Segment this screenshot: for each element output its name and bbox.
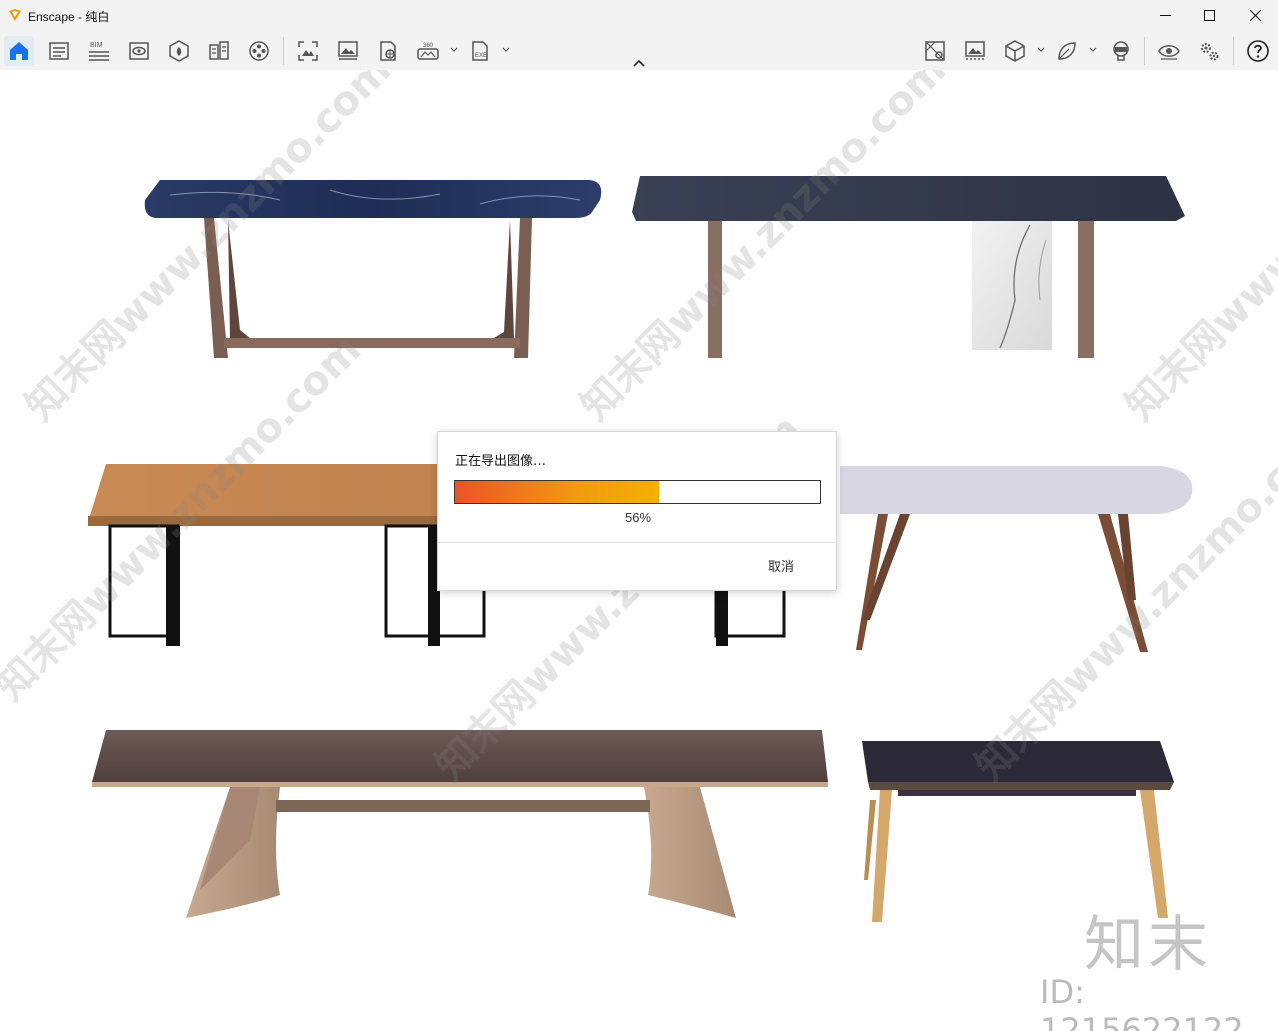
window-title: Enscape - 纯白 [28,10,110,24]
chevron-down-icon[interactable] [1036,45,1046,55]
progress-percent: 56% [624,510,652,525]
id-watermark: ID: 1215622122 [1040,973,1244,1031]
video-editor-icon [249,41,269,61]
batch-render-icon [338,41,358,60]
toolbar-separator [283,37,284,65]
video-editor-button[interactable] [244,36,274,66]
toolbar-separator [1233,37,1234,65]
vr-headset-button[interactable] [1106,36,1136,66]
chevron-down-icon[interactable] [1088,45,1098,55]
views-button[interactable] [44,36,74,66]
visual-settings-eye-icon [1158,45,1180,60]
collapse-toolbar-icon[interactable] [632,58,646,68]
help-button[interactable] [1243,36,1273,66]
svg-text:360: 360 [423,43,434,49]
chevron-down-icon[interactable] [449,45,459,55]
enscape-logo-icon [9,9,21,21]
toolbar-separator [1144,37,1145,65]
dialog-divider [438,542,836,543]
views-icon [49,42,69,60]
visual-settings-icon [129,42,149,60]
settings-icon [1201,43,1219,61]
asset-library-icon [169,40,189,62]
maximize-button[interactable] [1186,0,1232,30]
uploads-button[interactable] [960,36,990,66]
progress-fill [455,481,660,503]
panorama-360-icon: 360 [417,43,439,60]
site-context-button[interactable] [920,36,950,66]
web-standalone-icon [380,41,396,61]
close-icon [1249,9,1261,21]
screenshot-button[interactable] [293,36,323,66]
exe-standalone-button[interactable]: EXE [465,36,495,66]
svg-text:EXE: EXE [475,53,487,59]
uploads-icon [965,41,985,60]
visual-settings-button[interactable] [124,36,154,66]
minimize-icon [1159,14,1171,16]
material-editor-icon [209,41,229,60]
cancel-button[interactable]: 取消 [768,556,794,575]
home-button[interactable] [4,36,34,66]
title-bar: Enscape - 纯白 [0,0,1278,30]
export-progress-dialog: 正在导出图像… 56% 取消 [437,431,837,591]
web-standalone-button[interactable] [373,36,403,66]
minimize-button[interactable] [1142,0,1188,30]
cube-view-icon [1005,40,1025,62]
visual-settings-eye-button[interactable] [1154,36,1184,66]
exe-standalone-icon: EXE [472,41,488,61]
material-editor-button[interactable] [204,36,234,66]
site-context-icon [925,41,945,61]
vr-headset-icon [1113,41,1129,61]
bim-icon: BIM [89,42,109,61]
batch-render-button[interactable] [333,36,363,66]
brand-watermark: 知末 [1084,910,1212,980]
progress-bar [454,480,821,504]
feedback-icon [1058,42,1076,60]
screenshot-icon [298,41,318,61]
bim-button[interactable]: BIM [84,36,114,66]
asset-library-button[interactable] [164,36,194,66]
cube-view-button[interactable] [1000,36,1030,66]
close-button[interactable] [1232,0,1278,30]
home-icon [10,42,28,60]
svg-text:BIM: BIM [90,42,103,49]
help-icon [1247,40,1269,62]
settings-button[interactable] [1194,36,1224,66]
dialog-title: 正在导出图像… [455,454,547,469]
chevron-down-icon[interactable] [501,45,511,55]
maximize-icon [1203,9,1215,21]
panorama-button[interactable]: 360 [413,36,443,66]
feedback-button[interactable] [1052,36,1082,66]
